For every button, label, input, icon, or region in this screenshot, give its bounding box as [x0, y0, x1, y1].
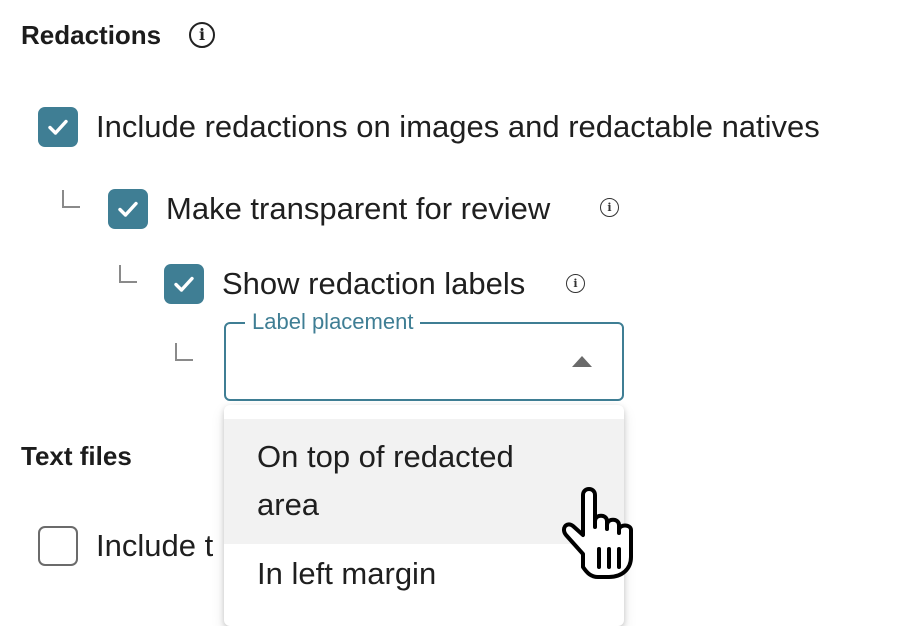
- make-transparent-label[interactable]: Make transparent for review: [166, 193, 550, 224]
- tree-connector: [175, 343, 193, 361]
- checkmark-icon: [174, 276, 194, 292]
- include-text-label[interactable]: Include t: [96, 530, 213, 561]
- make-transparent-checkbox[interactable]: [108, 189, 148, 229]
- show-redaction-labels-label[interactable]: Show redaction labels: [222, 268, 525, 299]
- info-icon[interactable]: i: [600, 198, 619, 217]
- info-icon[interactable]: i: [189, 22, 215, 48]
- include-redactions-checkbox[interactable]: [38, 107, 78, 147]
- redactions-heading: Redactions: [21, 20, 162, 50]
- info-icon[interactable]: i: [566, 274, 585, 293]
- tree-connector: [62, 190, 80, 208]
- include-redactions-label[interactable]: Include redactions on images and redacta…: [96, 111, 820, 142]
- include-text-checkbox[interactable]: [38, 526, 78, 566]
- caret-up-icon[interactable]: [572, 356, 592, 367]
- label-placement-legend: Label placement: [245, 311, 421, 333]
- checkmark-icon: [118, 201, 138, 217]
- show-redaction-labels-checkbox[interactable]: [164, 264, 204, 304]
- checkmark-icon: [48, 119, 68, 135]
- hand-pointer-cursor-icon: [562, 487, 633, 579]
- text-files-heading: Text files: [21, 441, 132, 471]
- tree-connector: [119, 265, 137, 283]
